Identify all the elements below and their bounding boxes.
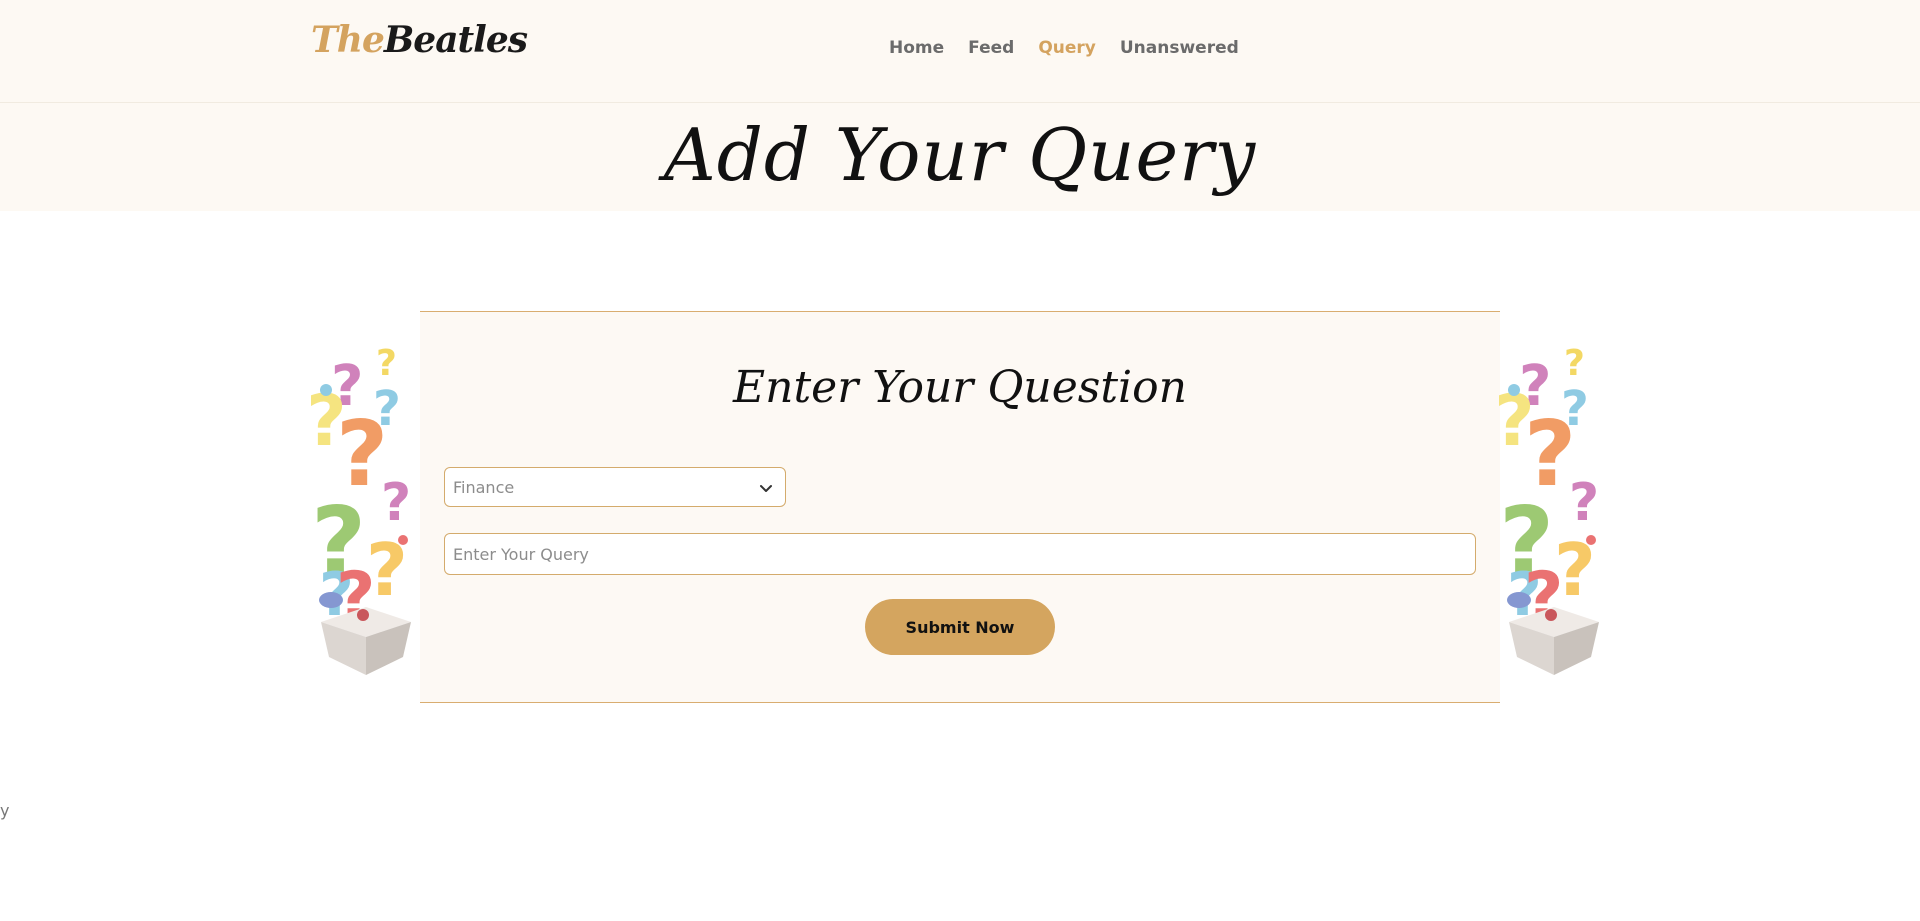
brand-logo[interactable]: TheBeatles [311,19,528,61]
submit-button[interactable]: Submit Now [865,599,1055,655]
page-title: Add Your Query [663,113,1257,197]
footer-text-fragment: y [0,801,10,820]
nav-unanswered[interactable]: Unanswered [1120,38,1239,58]
category-select[interactable]: Finance [444,467,786,507]
site-header: TheBeatles Home Feed Query Unanswered [0,0,1920,103]
category-select-value: Finance [453,478,515,497]
question-marks-illustration-left: ? ? ? ? ? ? ? ? ? ? [311,345,411,675]
svg-text:?: ? [376,345,397,384]
svg-text:?: ? [1569,473,1599,533]
query-form-card: Enter Your Question Finance Submit Now [420,311,1500,703]
brand-logo-part2: Beatles [383,19,528,61]
brand-logo-part1: The [311,19,385,61]
form-title: Enter Your Question [733,362,1187,413]
main-nav: Home Feed Query Unanswered [889,38,1239,58]
svg-text:?: ? [1564,345,1585,384]
nav-home[interactable]: Home [889,38,944,58]
nav-query[interactable]: Query [1038,38,1096,58]
query-input[interactable] [444,533,1476,575]
chevron-down-icon [760,485,772,492]
svg-text:?: ? [381,473,411,533]
nav-feed[interactable]: Feed [968,38,1014,58]
question-marks-illustration-right: ? ? ? ? ? ? ? ? ? ? [1499,345,1599,675]
page-banner: Add Your Query [0,103,1920,211]
